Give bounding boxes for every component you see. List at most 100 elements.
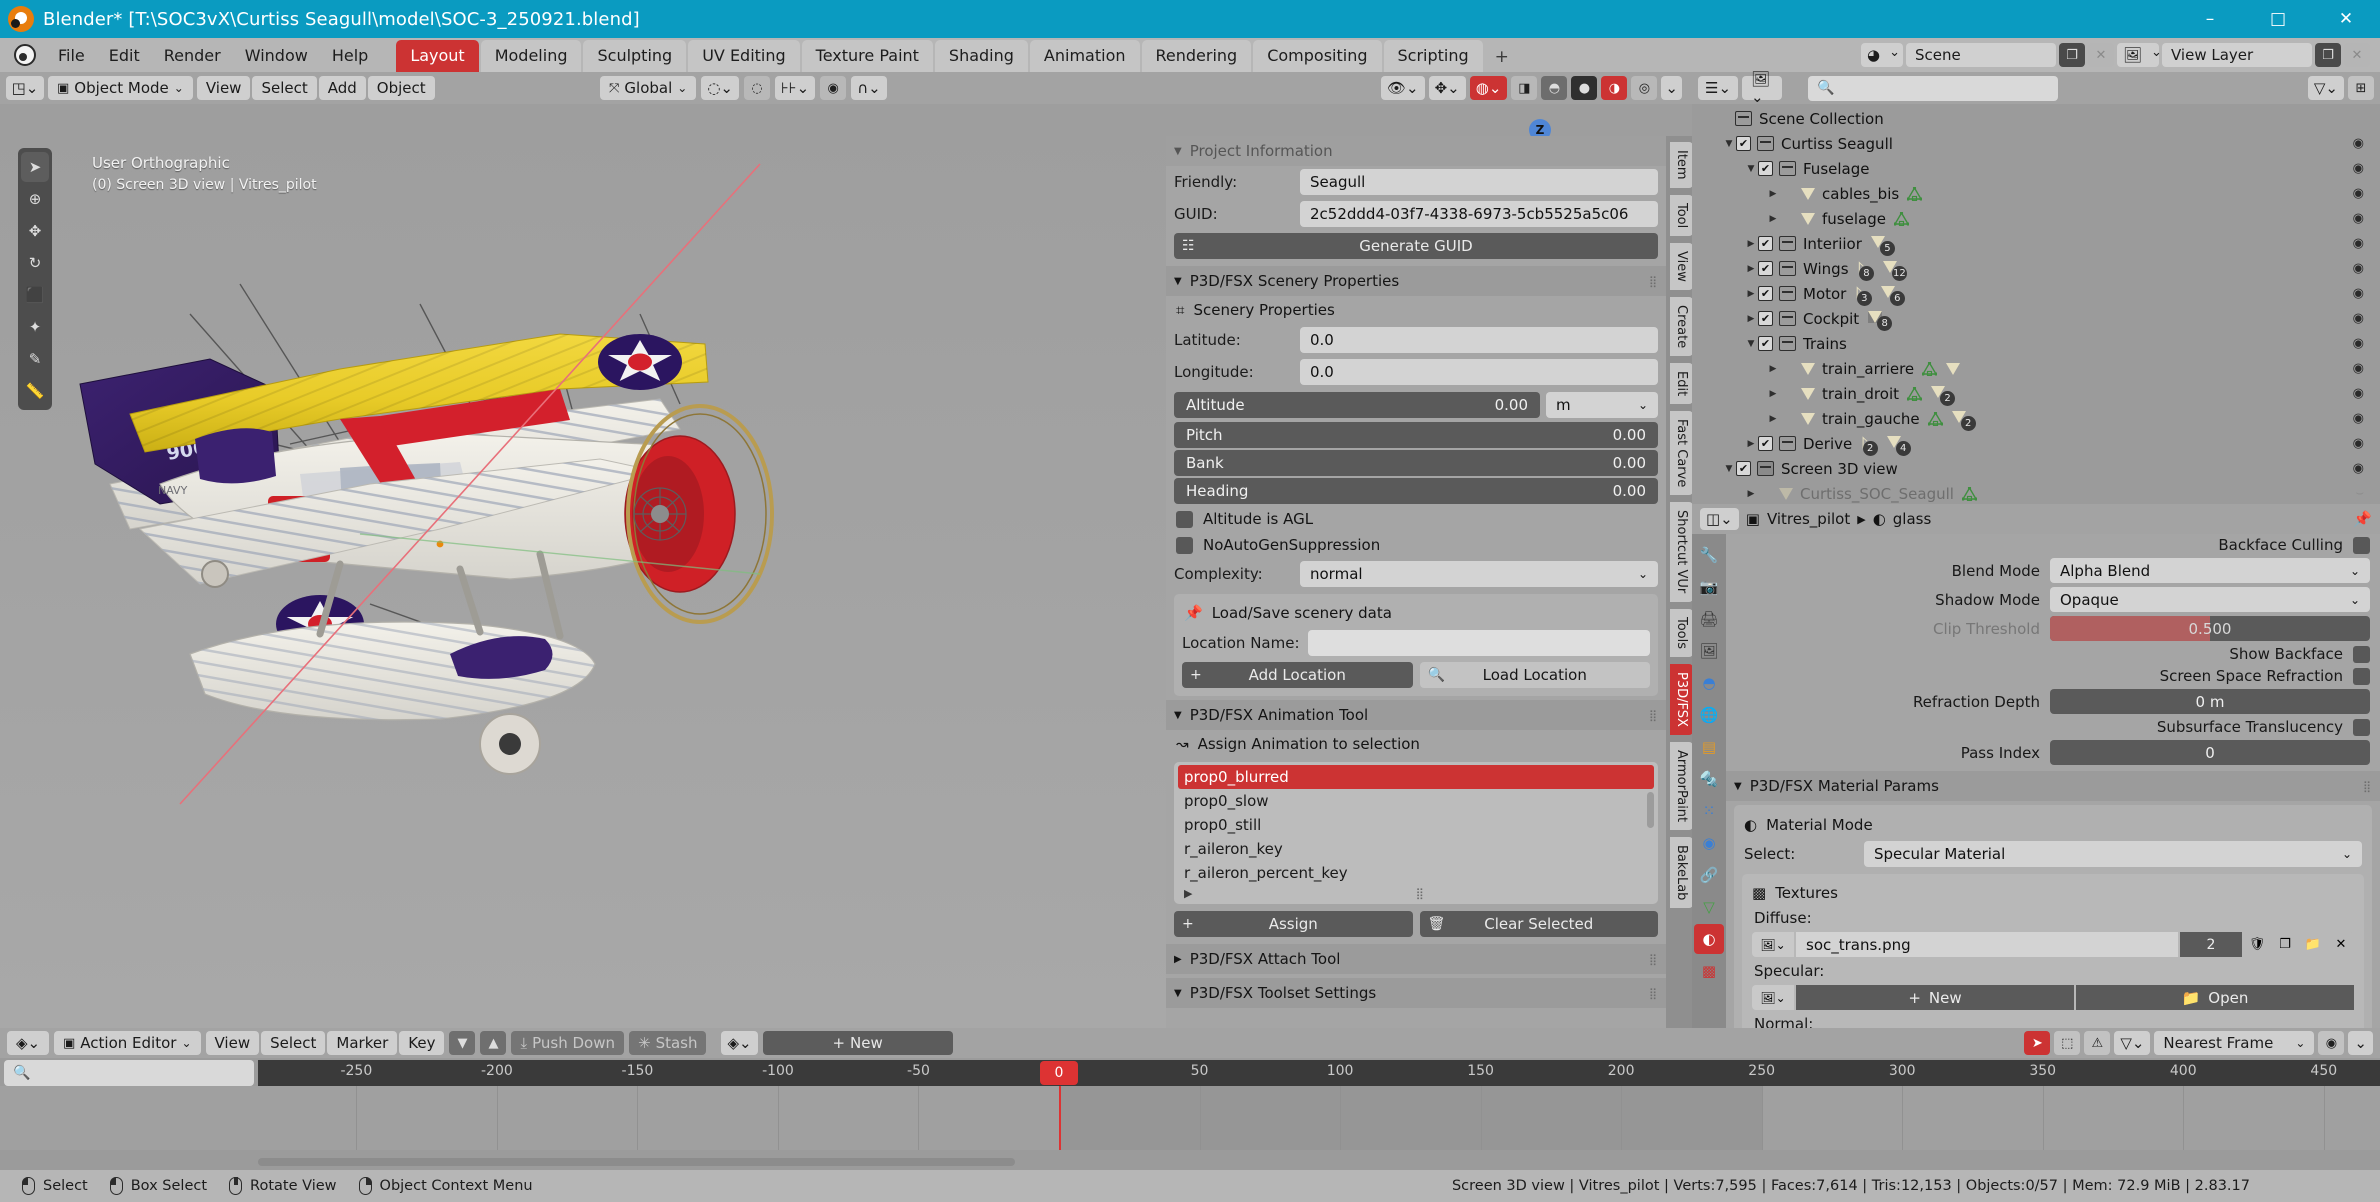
visibility-eye-icon[interactable]: ◉ bbox=[2353, 361, 2364, 376]
outliner-row[interactable]: ▶ train_arriere ◉ bbox=[1692, 356, 2380, 381]
panel-grip-icon[interactable]: ⣿ bbox=[1649, 709, 1658, 722]
breadcrumb-object[interactable]: Vitres_pilot bbox=[1767, 510, 1850, 528]
panel-grip-icon[interactable]: ⣿ bbox=[1649, 987, 1658, 1000]
dopesheet-filter-icon[interactable]: ▽⌄ bbox=[2114, 1031, 2151, 1055]
outliner-filter-icon[interactable]: ▽⌄ bbox=[2307, 76, 2344, 100]
dopesheet-mode-selector[interactable]: ▣ Action Editor ⌄ bbox=[54, 1031, 201, 1055]
npanel-tab-view[interactable]: View bbox=[1670, 242, 1692, 290]
shadow-mode-dropdown[interactable]: Opaque ⌄ bbox=[2050, 587, 2370, 612]
outliner-checkbox[interactable]: ✔ bbox=[1736, 461, 1751, 476]
visibility-eye-icon[interactable]: ◉ bbox=[2353, 136, 2364, 151]
pitch-slider[interactable]: Pitch 0.00 bbox=[1174, 422, 1658, 448]
diffuse-texture-name[interactable]: soc_trans.png bbox=[1796, 932, 2178, 957]
outliner-row[interactable]: ▶✔ Wings ⨡8 12 ◉ bbox=[1692, 256, 2380, 281]
tab-view-layer[interactable]: 🖼 bbox=[1694, 636, 1724, 666]
open-folder-icon[interactable]: 📁 bbox=[2300, 932, 2326, 957]
visibility-eye-icon[interactable]: ◉ bbox=[2353, 411, 2364, 426]
visibility-eye-icon[interactable]: ◉ bbox=[2353, 286, 2364, 301]
snap-icon[interactable]: ◌⌄ bbox=[701, 76, 739, 100]
outliner-row[interactable]: ▶ Curtiss_SOC_Seagull ⌣ bbox=[1692, 481, 2380, 506]
outliner-row[interactable]: ▶ cables_bis ◉ bbox=[1692, 181, 2380, 206]
breadcrumb-material[interactable]: glass bbox=[1893, 510, 1932, 528]
list-scrollbar[interactable] bbox=[1647, 792, 1654, 828]
outliner-row[interactable]: ▼ ✔ Screen 3D view ◉ bbox=[1692, 456, 2380, 481]
panel-grip-icon[interactable]: ⣿ bbox=[2363, 780, 2372, 793]
animation-list-item[interactable]: r_aileron_key bbox=[1174, 837, 1658, 861]
viewport-canvas[interactable]: Options ⌄ User Orthographic (0) Screen 3… bbox=[0, 104, 1692, 1028]
refraction-depth-input[interactable]: 0 m bbox=[2050, 689, 2370, 714]
dopesheet-keyframe-area[interactable] bbox=[0, 1086, 2380, 1150]
project-information-header[interactable]: ▼ Project Information bbox=[1166, 136, 1666, 166]
visibility-eye-icon[interactable]: ◉ bbox=[2353, 436, 2364, 451]
snap-mode-dropdown[interactable]: Nearest Frame ⌄ bbox=[2154, 1031, 2315, 1055]
pin-id-icon[interactable]: 📌 bbox=[2353, 510, 2372, 528]
chevron-right-icon[interactable]: ▶ bbox=[1184, 887, 1192, 900]
chevron-down-icon[interactable]: ▼ bbox=[1744, 164, 1758, 174]
outliner-checkbox[interactable]: ✔ bbox=[1758, 261, 1773, 276]
tab-constraints[interactable]: 🔗 bbox=[1694, 860, 1724, 890]
workspace-tab-animation[interactable]: Animation bbox=[1029, 40, 1140, 72]
subsurface-translucency-checkbox[interactable] bbox=[2353, 718, 2370, 736]
visibility-eye-icon[interactable]: ◉ bbox=[2353, 236, 2364, 251]
viewport-menu-select[interactable]: Select bbox=[252, 76, 317, 100]
outliner-tree[interactable]: Scene Collection ▼ ✔ Curtiss Seagull ◉ ▼ ✔ Fuse… bbox=[1692, 104, 2380, 508]
altitude-agl-row[interactable]: Altitude is AGL bbox=[1166, 506, 1666, 532]
outliner-checkbox[interactable]: ✔ bbox=[1758, 311, 1773, 326]
errors-icon[interactable]: ⚠ bbox=[2084, 1031, 2111, 1055]
duplicate-icon[interactable]: ❐ bbox=[2272, 932, 2298, 957]
chevron-right-icon[interactable]: ▶ bbox=[1766, 189, 1780, 199]
menu-edit[interactable]: Edit bbox=[97, 42, 152, 69]
latitude-input[interactable]: 0.0 bbox=[1300, 327, 1658, 353]
view-layer-name-field[interactable]: View Layer bbox=[2162, 43, 2312, 67]
falloff-curve-icon[interactable]: ∩⌄ bbox=[851, 76, 887, 100]
outliner-row[interactable]: ▶ ✔ Interiior 5 ◉ bbox=[1692, 231, 2380, 256]
workspace-tab-sculpting[interactable]: Sculpting bbox=[583, 40, 687, 72]
dopesheet-menu-key[interactable]: Key bbox=[399, 1031, 445, 1055]
shading-solid-icon[interactable]: ● bbox=[1571, 76, 1598, 100]
close-button[interactable]: ✕ bbox=[2312, 0, 2380, 38]
new-scene-icon[interactable]: ❐ bbox=[2059, 43, 2085, 67]
tab-physics[interactable]: ◉ bbox=[1694, 828, 1724, 858]
npanel-tab-bakelab[interactable]: BakeLab bbox=[1670, 836, 1692, 909]
maximize-button[interactable]: □ bbox=[2244, 0, 2312, 38]
tab-output[interactable]: 🖨 bbox=[1694, 604, 1724, 634]
outliner-row[interactable]: ▶✔ Motor ⨡3 6 ◉ bbox=[1692, 281, 2380, 306]
outliner-checkbox[interactable]: ✔ bbox=[1758, 336, 1773, 351]
unlink-icon[interactable]: ✕ bbox=[2328, 932, 2354, 957]
keying-dropdown-icon[interactable]: ⌄ bbox=[2348, 1031, 2373, 1055]
tab-texture[interactable]: ▩ bbox=[1694, 956, 1724, 986]
dopesheet-menu-marker[interactable]: Marker bbox=[327, 1031, 398, 1055]
properties-tab-strip[interactable]: 🔧 📷 🖨 🖼 ◓ 🌐 ▤ 🔩 ⁙ ◉ 🔗 ▽ ◐ ▩ bbox=[1692, 534, 1726, 1028]
shading-dropdown-icon[interactable]: ⌄ bbox=[1661, 76, 1682, 100]
chevron-down-icon[interactable]: ▼ bbox=[1722, 464, 1736, 474]
npanel-tab-shortcut-vur[interactable]: Shortcut VUr bbox=[1670, 502, 1692, 602]
viewport-menu-object[interactable]: Object bbox=[367, 76, 435, 100]
current-frame-indicator[interactable]: 0 bbox=[1040, 1061, 1079, 1085]
visibility-eye-icon[interactable]: ◉ bbox=[2353, 386, 2364, 401]
clip-threshold-slider[interactable]: 0.500 bbox=[2050, 616, 2370, 641]
dopesheet-scrollbar[interactable] bbox=[258, 1158, 2362, 1166]
complexity-dropdown[interactable]: normal ⌄ bbox=[1300, 561, 1658, 587]
workspace-tab-texture-paint[interactable]: Texture Paint bbox=[801, 40, 933, 72]
properties-editor-type-icon[interactable]: ◫⌄ bbox=[1700, 508, 1739, 530]
noautogen-checkbox[interactable] bbox=[1176, 536, 1193, 554]
new-action-button[interactable]: + New bbox=[762, 1031, 953, 1055]
tab-particles[interactable]: ⁙ bbox=[1694, 796, 1724, 826]
attach-tool-header[interactable]: ▶ P3D/FSX Attach Tool ⣿ bbox=[1166, 944, 1666, 974]
tweak-tool-icon[interactable]: ➤ bbox=[21, 152, 49, 182]
shading-rendered-icon[interactable]: ◎ bbox=[1631, 76, 1658, 100]
tab-scene[interactable]: ◓ bbox=[1694, 668, 1724, 698]
visibility-eye-icon[interactable]: ◉ bbox=[2353, 186, 2364, 201]
editor-type-icon[interactable]: ◳⌄ bbox=[6, 76, 44, 100]
altitude-agl-checkbox[interactable] bbox=[1176, 510, 1193, 528]
action-browse-icon[interactable]: ◈⌄ bbox=[721, 1031, 758, 1055]
animation-list[interactable]: prop0_blurred prop0_slow prop0_still r_aile… bbox=[1174, 762, 1658, 904]
guid-input[interactable]: 2c52ddd4-03f7-4338-6973-5cb5525a5c06 bbox=[1300, 201, 1658, 227]
visibility-eye-icon[interactable]: ◉ bbox=[2353, 336, 2364, 351]
chevron-down-icon[interactable]: ▼ bbox=[1744, 339, 1758, 349]
location-name-input[interactable] bbox=[1308, 630, 1650, 656]
menu-render[interactable]: Render bbox=[152, 42, 233, 69]
stash-button[interactable]: ✳ Stash bbox=[628, 1031, 707, 1055]
chevron-right-icon[interactable]: ▶ bbox=[1744, 489, 1758, 499]
overlays-icon[interactable]: ◍⌄ bbox=[1469, 76, 1508, 100]
